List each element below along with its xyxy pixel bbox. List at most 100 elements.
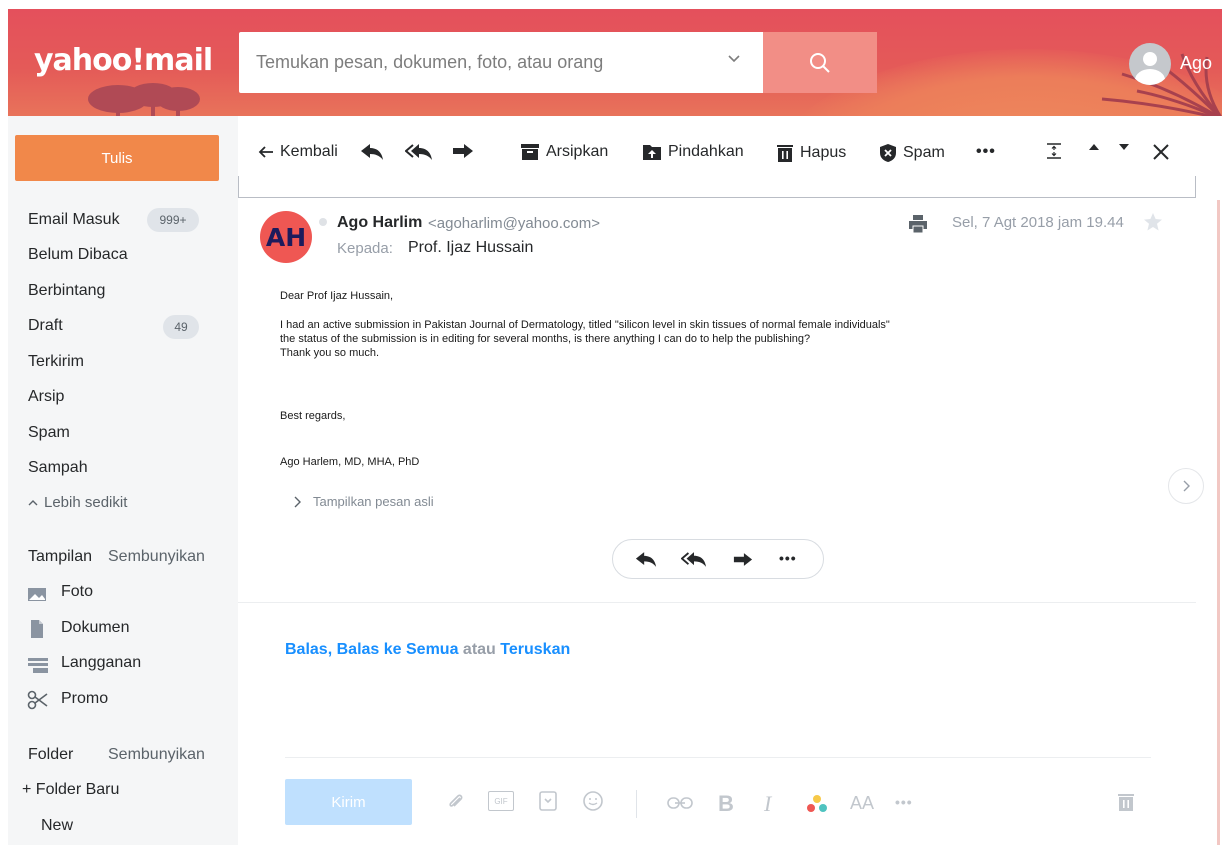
reply-all-icon	[405, 144, 432, 160]
online-status-dot	[319, 218, 327, 226]
sender-name[interactable]: Ago Harlim	[337, 214, 422, 232]
new-folder-button[interactable]: + Folder Baru	[22, 781, 119, 799]
move-button[interactable]: Pindahkan	[642, 143, 744, 161]
print-icon[interactable]	[908, 214, 928, 234]
gif-button[interactable]: GIF	[488, 791, 514, 811]
subscription-icon	[28, 658, 48, 673]
reply-button[interactable]	[360, 143, 384, 161]
toolbar-separator	[636, 790, 637, 818]
show-original-label: Tampilkan pesan asli	[313, 494, 434, 509]
message-body-line: Best regards,	[280, 410, 346, 422]
send-button[interactable]: Kirim	[285, 779, 412, 825]
expand-button[interactable]	[1046, 143, 1062, 159]
sidebar-item-unread[interactable]: Belum Dibaca	[28, 246, 128, 264]
close-button[interactable]	[1152, 143, 1170, 161]
message-header-strip	[238, 176, 1196, 198]
sidebar: Tulis Email Masuk 999+ Belum Dibaca Berb…	[8, 116, 238, 845]
sidebar-item-sent[interactable]: Terkirim	[28, 353, 84, 371]
delete-button[interactable]: Hapus	[776, 143, 846, 163]
quick-reply-links: Balas, Balas ke Semua atau Teruskan	[285, 641, 570, 659]
discard-draft-icon[interactable]	[1117, 792, 1135, 812]
sidebar-view-photos[interactable]: Foto	[61, 583, 93, 601]
search-input[interactable]	[256, 52, 726, 73]
sidebar-item-trash[interactable]: Sampah	[28, 459, 88, 477]
italic-button[interactable]: I	[764, 791, 771, 817]
sidebar-item-archive[interactable]: Arsip	[28, 388, 64, 406]
document-icon	[31, 620, 43, 638]
search-icon	[810, 52, 830, 73]
expand-right-panel-button[interactable]	[1168, 468, 1204, 504]
link-icon[interactable]	[667, 796, 693, 810]
triangle-up-icon	[1089, 144, 1099, 150]
chevron-down-icon[interactable]	[727, 54, 741, 64]
divider	[238, 602, 1196, 603]
triangle-down-icon	[1119, 144, 1129, 150]
show-original-toggle[interactable]: Tampilkan pesan asli	[293, 494, 434, 509]
forward-link[interactable]: Teruskan	[500, 641, 570, 658]
folders-hide-toggle[interactable]: Sembunyikan	[108, 746, 205, 764]
chevron-up-icon	[28, 499, 38, 505]
font-size-button[interactable]: AA	[850, 793, 874, 814]
show-less-toggle[interactable]: Lebih sedikit	[28, 494, 127, 511]
color-palette-icon[interactable]	[806, 794, 828, 814]
bold-button[interactable]: B	[718, 791, 734, 817]
or-text: atau	[462, 641, 496, 658]
sidebar-item-spam[interactable]: Spam	[28, 424, 70, 442]
sidebar-view-subscriptions[interactable]: Langganan	[61, 654, 141, 672]
archive-icon	[521, 144, 539, 160]
photo-icon	[28, 588, 46, 601]
more-format-button[interactable]: •••	[895, 794, 913, 810]
inline-more-button[interactable]: •••	[779, 550, 797, 566]
archive-button[interactable]: Arsipkan	[520, 143, 608, 161]
sidebar-item-inbox[interactable]: Email Masuk	[28, 211, 120, 229]
forward-icon[interactable]	[733, 552, 753, 567]
reply-link[interactable]: Balas	[285, 641, 328, 658]
compose-button[interactable]: Tulis	[15, 135, 219, 181]
message-body-line: the status of the submission is in editi…	[280, 333, 811, 345]
more-actions-button[interactable]: •••	[976, 143, 996, 161]
spam-button[interactable]: Spam	[879, 143, 945, 163]
header-bar: yahoo!mail Ago	[8, 9, 1222, 116]
reply-all-icon[interactable]	[681, 551, 707, 568]
views-section-label: Tampilan	[28, 548, 93, 565]
star-icon[interactable]	[1143, 212, 1163, 232]
sidebar-view-promos[interactable]: Promo	[61, 690, 108, 708]
reply-all-link[interactable]: Balas ke Semua	[337, 641, 459, 658]
reply-icon[interactable]	[635, 551, 657, 568]
search-button[interactable]	[763, 32, 877, 93]
sticker-icon[interactable]	[538, 790, 558, 812]
search-bar[interactable]	[239, 32, 877, 93]
sidebar-folder-new[interactable]: New	[41, 817, 73, 835]
delete-label: Hapus	[800, 144, 847, 161]
previous-message-button[interactable]	[1088, 143, 1100, 151]
close-icon	[1153, 144, 1169, 160]
message-body-line: Thank you so much.	[280, 347, 380, 359]
sender-avatar[interactable]: AH	[260, 211, 312, 263]
next-message-button[interactable]	[1118, 143, 1130, 151]
views-hide-toggle[interactable]: Sembunyikan	[108, 548, 205, 566]
user-avatar[interactable]	[1129, 43, 1171, 85]
sidebar-item-drafts[interactable]: Draft	[28, 317, 63, 335]
back-button[interactable]: Kembali	[258, 143, 338, 161]
sidebar-view-documents[interactable]: Dokumen	[61, 619, 129, 637]
yahoo-mail-logo[interactable]: yahoo!mail	[34, 43, 213, 78]
arrow-left-icon	[258, 146, 273, 158]
forward-button[interactable]	[452, 143, 474, 159]
message-body-line: Dear Prof Ijaz Hussain,	[280, 290, 394, 302]
emoji-icon[interactable]	[582, 790, 604, 812]
sender-email[interactable]: <agoharlim@yahoo.com>	[428, 215, 600, 232]
recipient-name[interactable]: Prof. Ijaz Hussain	[408, 239, 533, 257]
back-label: Kembali	[280, 143, 338, 160]
attachment-icon[interactable]	[446, 790, 466, 812]
folders-section-label: Folder	[28, 746, 74, 763]
username-label[interactable]: Ago	[1180, 53, 1212, 74]
reply-all-button[interactable]	[405, 143, 433, 161]
trash-icon	[777, 145, 793, 162]
inbox-count-badge: 999+	[147, 208, 199, 232]
forward-icon	[453, 144, 473, 158]
chevron-right-icon	[1183, 480, 1190, 492]
recipient-label: Kepada:	[337, 240, 393, 257]
sidebar-item-starred[interactable]: Berbintang	[28, 282, 105, 300]
move-folder-icon	[643, 145, 661, 160]
right-panel-edge	[1217, 200, 1220, 845]
